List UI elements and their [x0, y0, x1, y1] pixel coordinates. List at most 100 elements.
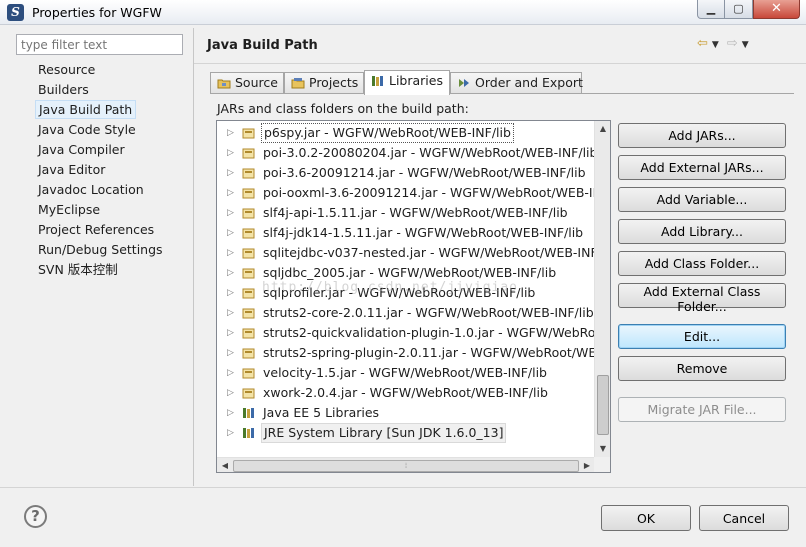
list-item-label: struts2-quickvalidation-plugin-1.0.jar -… — [263, 325, 611, 340]
sidebar-item-run-debug-settings[interactable]: Run/Debug Settings — [16, 240, 194, 260]
sidebar-item-svn[interactable]: SVN 版本控制 — [16, 260, 194, 280]
tab-libraries[interactable]: Libraries — [364, 70, 450, 95]
list-item-label: sqljdbc_2005.jar - WGFW/WebRoot/WEB-INF/… — [263, 265, 557, 280]
expand-arrow-icon[interactable]: ▷ — [227, 223, 237, 243]
library-icon — [243, 428, 254, 438]
ok-button[interactable]: OK — [601, 505, 691, 531]
scrollbar-thumb[interactable] — [597, 375, 609, 435]
minimize-button[interactable]: ▁ — [697, 0, 725, 19]
expand-arrow-icon[interactable]: ▷ — [227, 163, 237, 183]
jar-icon — [242, 228, 255, 239]
sidebar-item-resource[interactable]: Resource — [16, 60, 194, 80]
scrollbar-thumb[interactable]: ⦙ — [233, 460, 579, 472]
scroll-down-icon[interactable]: ▼ — [595, 441, 610, 457]
expand-arrow-icon[interactable]: ▷ — [227, 423, 237, 443]
myeclipse-app-icon: S — [7, 4, 24, 21]
list-item[interactable]: ▷ poi-3.6-20091214.jar - WGFW/WebRoot/WEB… — [217, 163, 595, 183]
cancel-button[interactable]: Cancel — [699, 505, 789, 531]
list-item[interactable]: ▷ slf4j-api-1.5.11.jar - WGFW/WebRoot/WEB… — [217, 203, 595, 223]
vertical-scrollbar[interactable]: ▲ ▼ — [594, 121, 610, 457]
list-item-label: struts2-spring-plugin-2.0.11.jar - WGFW/… — [263, 345, 611, 360]
add-variable-button[interactable]: Add Variable... — [618, 187, 786, 212]
list-item[interactable]: ▷ xwork-2.0.4.jar - WGFW/WebRoot/WEB-INF/… — [217, 383, 595, 403]
list-item[interactable]: ▷ Java EE 5 Libraries — [217, 403, 595, 423]
sidebar-item-myeclipse[interactable]: MyEclipse — [16, 200, 194, 220]
tab-label: Projects — [309, 75, 359, 90]
tab-label: Libraries — [389, 73, 443, 88]
list-item[interactable]: ▷ struts2-spring-plugin-2.0.11.jar - WGFW… — [217, 343, 610, 363]
expand-arrow-icon[interactable]: ▷ — [227, 383, 237, 403]
forward-arrow-icon[interactable]: ⇨ — [727, 36, 738, 51]
maximize-button[interactable]: ▢ — [725, 0, 753, 19]
jar-icon — [242, 328, 255, 339]
jar-icon — [242, 208, 255, 219]
sidebar-item-java-build-path[interactable]: Java Build Path — [16, 100, 194, 120]
jar-icon — [242, 188, 255, 199]
expand-arrow-icon[interactable]: ▷ — [227, 243, 237, 263]
list-item[interactable]: ▷ JRE System Library [Sun JDK 1.6.0_13] — [217, 423, 595, 443]
list-item[interactable]: ▷ poi-3.0.2-20080204.jar - WGFW/WebRoot/W… — [217, 143, 597, 163]
list-item[interactable]: ▷ sqlprofiler.jar - WGFW/WebRoot/WEB-INF/… — [217, 283, 595, 303]
list-item[interactable]: ▷ struts2-quickvalidation-plugin-1.0.jar … — [217, 323, 610, 343]
sidebar-item-label: Java Code Style — [38, 122, 136, 137]
expand-arrow-icon[interactable]: ▷ — [227, 403, 237, 423]
tab-order-and-export[interactable]: Order and Export — [450, 72, 583, 94]
tab-projects[interactable]: Projects — [284, 72, 364, 94]
horizontal-scrollbar[interactable]: ◀ ⦙ ▶ — [217, 457, 595, 472]
back-dropdown-icon[interactable]: ▼ — [712, 40, 719, 50]
migrate-jar-button[interactable]: Migrate JAR File... — [618, 397, 786, 422]
list-item[interactable]: ▷ sqljdbc_2005.jar - WGFW/WebRoot/WEB-INF… — [217, 263, 595, 283]
expand-arrow-icon[interactable]: ▷ — [227, 283, 237, 303]
jar-icon — [242, 288, 255, 299]
library-icon — [243, 408, 254, 418]
expand-arrow-icon[interactable]: ▷ — [227, 363, 237, 383]
expand-arrow-icon[interactable]: ▷ — [227, 123, 237, 143]
list-item[interactable]: ▷ slf4j-jdk14-1.5.11.jar - WGFW/WebRoot/W… — [217, 223, 595, 243]
library-list[interactable]: ▷ p6spy.jar - WGFW/WebRoot/WEB-INF/lib ▷ p… — [216, 120, 611, 473]
add-library-button[interactable]: Add Library... — [618, 219, 786, 244]
expand-arrow-icon[interactable]: ▷ — [227, 183, 237, 203]
filter-input[interactable] — [16, 34, 183, 55]
expand-arrow-icon[interactable]: ▷ — [227, 143, 237, 163]
sidebar-item-project-references[interactable]: Project References — [16, 220, 194, 240]
scroll-up-icon[interactable]: ▲ — [595, 121, 610, 137]
property-page-tree: Resource Builders Java Build Path Java C… — [16, 60, 194, 280]
view-menu-icon[interactable]: ▼ — [742, 40, 749, 50]
back-arrow-icon[interactable]: ⇦ — [697, 36, 708, 51]
expand-arrow-icon[interactable]: ▷ — [227, 203, 237, 223]
list-item-label: velocity-1.5.jar - WGFW/WebRoot/WEB-INF/… — [263, 365, 547, 380]
sidebar-item-java-editor[interactable]: Java Editor — [16, 160, 194, 180]
help-icon[interactable]: ? — [24, 505, 47, 528]
jar-icon — [242, 268, 255, 279]
list-item[interactable]: ▷ sqlitejdbc-v037-nested.jar - WGFW/WebRo… — [217, 243, 610, 263]
sidebar-item-javadoc-location[interactable]: Javadoc Location — [16, 180, 194, 200]
jar-icon — [242, 388, 255, 399]
scroll-left-icon[interactable]: ◀ — [217, 458, 233, 472]
expand-arrow-icon[interactable]: ▷ — [227, 303, 237, 323]
header-divider — [194, 63, 806, 64]
footer-divider — [0, 487, 806, 488]
add-external-class-folder-button[interactable]: Add External Class Folder... — [618, 283, 786, 314]
tab-source[interactable]: Source — [210, 72, 284, 94]
scroll-right-icon[interactable]: ▶ — [579, 458, 595, 472]
expand-arrow-icon[interactable]: ▷ — [227, 263, 237, 283]
list-item-label: xwork-2.0.4.jar - WGFW/WebRoot/WEB-INF/l… — [263, 385, 548, 400]
list-item[interactable]: ▷ p6spy.jar - WGFW/WebRoot/WEB-INF/lib — [217, 123, 595, 143]
jar-icon — [242, 148, 255, 159]
close-button[interactable]: ✕ — [753, 0, 800, 19]
add-external-jars-button[interactable]: Add External JARs... — [618, 155, 786, 180]
sidebar-item-java-compiler[interactable]: Java Compiler — [16, 140, 194, 160]
sidebar-item-java-code-style[interactable]: Java Code Style — [16, 120, 194, 140]
add-class-folder-button[interactable]: Add Class Folder... — [618, 251, 786, 276]
jar-icon — [242, 168, 255, 179]
expand-arrow-icon[interactable]: ▷ — [227, 323, 237, 343]
add-jars-button[interactable]: Add JARs... — [618, 123, 786, 148]
list-item[interactable]: ▷ velocity-1.5.jar - WGFW/WebRoot/WEB-INF… — [217, 363, 595, 383]
sidebar-item-label: Java Compiler — [38, 142, 125, 157]
list-item[interactable]: ▷ poi-ooxml-3.6-20091214.jar - WGFW/WebRo… — [217, 183, 610, 203]
edit-button[interactable]: Edit... — [618, 324, 786, 349]
remove-button[interactable]: Remove — [618, 356, 786, 381]
sidebar-item-builders[interactable]: Builders — [16, 80, 194, 100]
list-item[interactable]: ▷ struts2-core-2.0.11.jar - WGFW/WebRoot/… — [217, 303, 595, 323]
expand-arrow-icon[interactable]: ▷ — [227, 343, 237, 363]
